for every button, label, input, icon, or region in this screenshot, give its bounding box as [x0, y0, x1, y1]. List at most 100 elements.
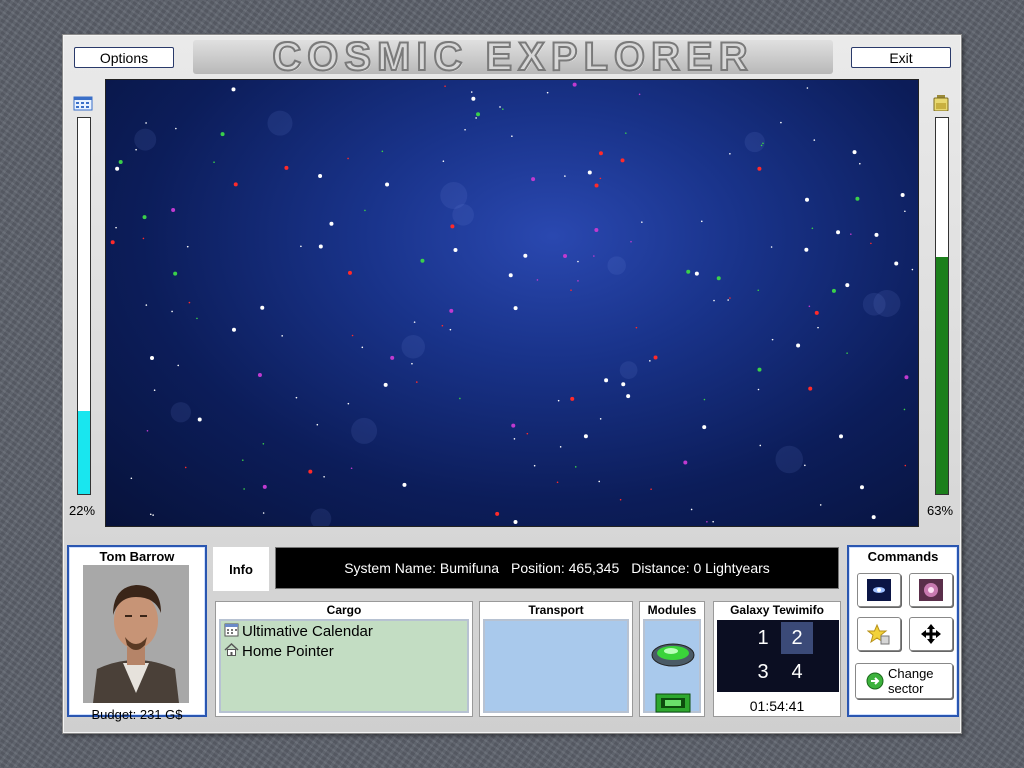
star-system[interactable] [702, 425, 707, 430]
galaxy-sector-3[interactable]: 3 [747, 656, 779, 688]
star-system[interactable] [262, 442, 265, 445]
star-system[interactable] [142, 237, 145, 240]
star-system[interactable] [364, 209, 366, 212]
star-system[interactable] [817, 326, 819, 329]
star-system[interactable] [511, 135, 513, 138]
star-system[interactable] [442, 160, 445, 163]
star-system[interactable] [347, 157, 349, 160]
star-system[interactable] [213, 161, 215, 163]
star-system[interactable] [729, 297, 731, 299]
star-system[interactable] [449, 308, 454, 313]
star-system[interactable] [624, 132, 627, 134]
star-system[interactable] [495, 511, 500, 516]
star-system[interactable] [904, 375, 909, 380]
star-system[interactable] [115, 226, 117, 229]
star-system[interactable] [604, 378, 609, 383]
star-system[interactable] [390, 355, 395, 360]
star-system[interactable] [173, 271, 178, 276]
star-system[interactable] [453, 247, 458, 252]
transport-slot[interactable] [483, 619, 629, 713]
star-system[interactable] [683, 460, 688, 465]
star-system[interactable] [546, 91, 549, 94]
star-system[interactable] [852, 150, 857, 155]
star-system[interactable] [727, 299, 729, 301]
move-button[interactable] [909, 617, 953, 651]
star-system[interactable] [594, 228, 599, 233]
star-system[interactable] [900, 193, 905, 198]
star-system[interactable] [594, 183, 599, 188]
star-system[interactable] [145, 122, 147, 124]
star-system[interactable] [316, 423, 319, 426]
bookmark-star-button[interactable] [857, 617, 901, 651]
star-system[interactable] [171, 310, 173, 313]
star-system[interactable] [115, 166, 120, 171]
star-system[interactable] [716, 276, 721, 281]
star-system[interactable] [295, 396, 298, 399]
star-system[interactable] [351, 334, 354, 337]
star-system[interactable] [323, 475, 325, 478]
star-system[interactable] [300, 245, 302, 248]
star-system[interactable] [599, 418, 602, 420]
star-system[interactable] [804, 464, 806, 467]
star-system[interactable] [870, 242, 872, 245]
star-system[interactable] [184, 466, 187, 469]
star-system[interactable] [874, 232, 879, 237]
star-system[interactable] [523, 253, 528, 258]
info-tab[interactable]: Info [213, 547, 269, 591]
star-system[interactable] [700, 220, 703, 223]
star-system[interactable] [894, 261, 899, 266]
star-system[interactable] [130, 477, 133, 480]
star-system[interactable] [262, 484, 267, 489]
star-system[interactable] [411, 362, 413, 365]
star-system[interactable] [598, 151, 603, 156]
star-system[interactable] [361, 346, 364, 349]
star-system[interactable] [513, 520, 518, 525]
star-system[interactable] [845, 283, 850, 288]
star-system[interactable] [819, 504, 822, 506]
star-system[interactable] [563, 253, 568, 258]
star-system[interactable] [308, 469, 313, 474]
star-system[interactable] [459, 397, 461, 400]
star-system[interactable] [557, 399, 560, 402]
star-system[interactable] [813, 139, 816, 141]
star-system[interactable] [402, 482, 407, 487]
star-system[interactable] [476, 112, 481, 117]
star-system[interactable] [188, 301, 191, 304]
star-system[interactable] [796, 343, 801, 348]
star-system[interactable] [257, 373, 262, 378]
star-system[interactable] [281, 335, 283, 337]
star-system[interactable] [855, 196, 860, 201]
star-system[interactable] [260, 305, 265, 310]
star-system[interactable] [135, 148, 137, 151]
star-system[interactable] [559, 446, 562, 448]
star-system[interactable] [806, 87, 809, 89]
star-system[interactable] [599, 177, 602, 180]
star-system[interactable] [757, 388, 760, 391]
star-system[interactable] [171, 208, 176, 213]
star-system[interactable] [196, 317, 198, 320]
star-system[interactable] [635, 326, 638, 329]
star-system[interactable] [811, 227, 814, 230]
change-sector-button[interactable]: Change sector [855, 663, 953, 699]
star-system[interactable] [808, 386, 813, 391]
star-system[interactable] [583, 434, 588, 439]
star-system[interactable] [587, 170, 592, 175]
star-system[interactable] [859, 485, 864, 490]
star-system[interactable] [846, 352, 848, 354]
star-system[interactable] [475, 117, 477, 119]
star-system[interactable] [449, 328, 452, 331]
star-system[interactable] [318, 244, 323, 249]
star-system[interactable] [904, 464, 907, 467]
star-system[interactable] [231, 327, 236, 332]
star-system[interactable] [415, 381, 418, 383]
star-system[interactable] [757, 289, 760, 292]
star-system[interactable] [638, 93, 641, 96]
star-system[interactable] [814, 310, 819, 315]
star-system[interactable] [146, 429, 149, 432]
star-system[interactable] [145, 304, 148, 306]
star-system[interactable] [153, 389, 156, 392]
star-system[interactable] [904, 210, 906, 213]
star-system[interactable] [413, 321, 416, 323]
star-system[interactable] [241, 459, 244, 461]
star-system[interactable] [598, 480, 601, 483]
